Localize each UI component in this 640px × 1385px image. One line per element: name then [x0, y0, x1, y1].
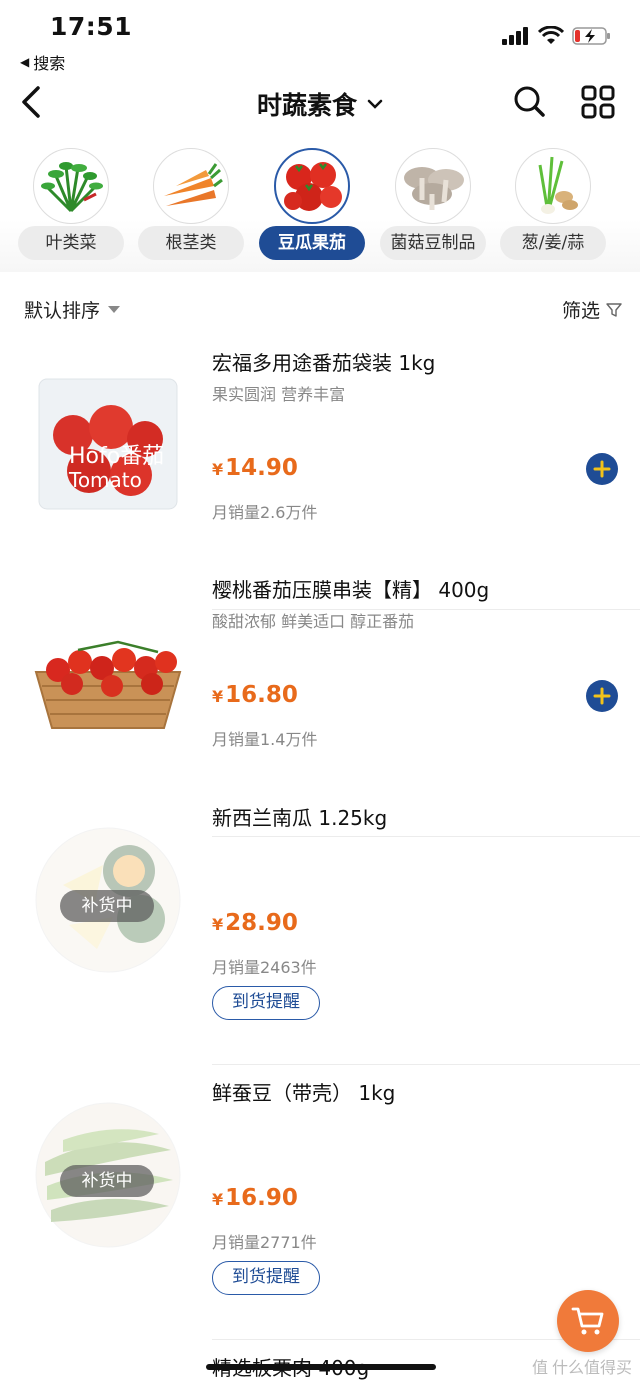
scallion-ginger-icon	[515, 148, 591, 224]
add-to-cart-button[interactable]	[586, 680, 618, 712]
price-value: 28.90	[225, 910, 298, 936]
product-image-text: Hofo番茄	[69, 444, 164, 469]
price-value: 16.80	[225, 682, 298, 708]
category-label: 豆瓜果茄	[259, 226, 365, 260]
status-icons	[502, 26, 612, 46]
cellular-signal-icon	[502, 27, 528, 45]
leafy-greens-icon	[33, 148, 109, 224]
search-icon[interactable]	[512, 84, 546, 120]
product-price: ¥16.80	[212, 682, 298, 708]
filter-button[interactable]: 筛选	[562, 296, 622, 323]
product-item[interactable]: 补货中 鲜蚕豆（带壳） 1kg ¥16.90 月销量2771件 到货提醒	[0, 1065, 640, 1340]
filter-label: 筛选	[561, 300, 600, 322]
back-to-app-link[interactable]: ◀ 搜索	[20, 50, 65, 74]
back-app-label: 搜索	[33, 54, 66, 73]
restock-reminder-button[interactable]: 到货提醒	[212, 1261, 320, 1295]
product-price: ¥14.90	[212, 455, 298, 481]
price-value: 16.90	[225, 1185, 298, 1211]
product-sales: 月销量2771件	[212, 1233, 317, 1252]
status-time: 17:51	[50, 12, 133, 41]
out-of-stock-badge: 补货中	[60, 1165, 154, 1197]
watermark: 值 什么值得买	[532, 1354, 632, 1378]
caret-down-icon	[108, 306, 121, 313]
home-indicator[interactable]	[206, 1364, 436, 1370]
product-price: ¥16.90	[212, 1185, 298, 1211]
product-name: 宏福多用途番茄袋装 1kg	[212, 351, 436, 375]
product-image[interactable]: 补货中	[28, 1095, 188, 1255]
filter-funnel-icon	[606, 302, 622, 317]
yen-symbol: ¥	[212, 915, 224, 934]
product-desc: 酸甜浓郁 鲜美适口 醇正番茄	[212, 612, 415, 631]
restock-reminder-button[interactable]: 到货提醒	[212, 986, 320, 1020]
category-label: 叶类菜	[18, 226, 124, 260]
watermark-text: 什么值得买	[551, 1358, 632, 1377]
plus-icon	[593, 687, 611, 705]
product-image-text: Tomato	[68, 468, 142, 492]
sort-label: 默认排序	[24, 300, 101, 322]
sort-dropdown[interactable]: 默认排序	[24, 296, 121, 323]
product-price: ¥28.90	[212, 910, 298, 936]
product-name: 樱桃番茄压膜串装【精】 400g	[212, 578, 490, 602]
product-name: 鲜蚕豆（带壳） 1kg	[212, 1081, 396, 1105]
product-desc: 果实圆润 营养丰富	[212, 385, 346, 404]
category-label: 菌菇豆制品	[380, 226, 486, 260]
product-name: 新西兰南瓜 1.25kg	[212, 806, 388, 830]
product-image[interactable]: 补货中	[28, 820, 188, 980]
product-image[interactable]: Hofo番茄 Tomato	[28, 365, 188, 525]
back-triangle-icon: ◀	[20, 55, 30, 69]
wifi-icon	[538, 26, 564, 44]
status-bar: 17:51 ◀ 搜索	[0, 0, 640, 74]
add-to-cart-button[interactable]	[586, 453, 618, 485]
product-image[interactable]	[28, 592, 188, 752]
mushroom-icon	[395, 148, 471, 224]
cart-icon	[571, 1307, 604, 1335]
cart-button[interactable]	[557, 1290, 619, 1352]
nav-bar: 时蔬素食	[0, 72, 640, 134]
plus-icon	[593, 460, 611, 478]
category-label: 根茎类	[138, 226, 244, 260]
watermark-logo-icon: 值	[531, 1358, 548, 1377]
grid-menu-icon[interactable]	[580, 84, 616, 120]
yen-symbol: ¥	[212, 687, 224, 706]
product-sales: 月销量1.4万件	[212, 730, 318, 749]
sort-filter-bar: 默认排序 筛选	[0, 282, 640, 332]
category-label: 葱/姜/蒜	[500, 226, 606, 260]
tomato-icon	[274, 148, 350, 224]
price-value: 14.90	[225, 455, 298, 481]
chevron-down-icon	[367, 99, 383, 109]
carrot-icon	[153, 148, 229, 224]
category-tabs: 叶类菜 根茎类 豆瓜果茄 菌菇豆制品 葱/姜/蒜	[0, 140, 640, 272]
yen-symbol: ¥	[212, 460, 224, 479]
out-of-stock-badge: 补货中	[60, 890, 154, 922]
product-item[interactable]: 补货中 新西兰南瓜 1.25kg ¥28.90 月销量2463件 到货提醒	[0, 790, 640, 1065]
battery-charging-icon	[572, 27, 610, 45]
yen-symbol: ¥	[212, 1190, 224, 1209]
product-sales: 月销量2463件	[212, 958, 317, 977]
product-sales: 月销量2.6万件	[212, 503, 318, 522]
page-title: 时蔬素食	[256, 91, 357, 120]
